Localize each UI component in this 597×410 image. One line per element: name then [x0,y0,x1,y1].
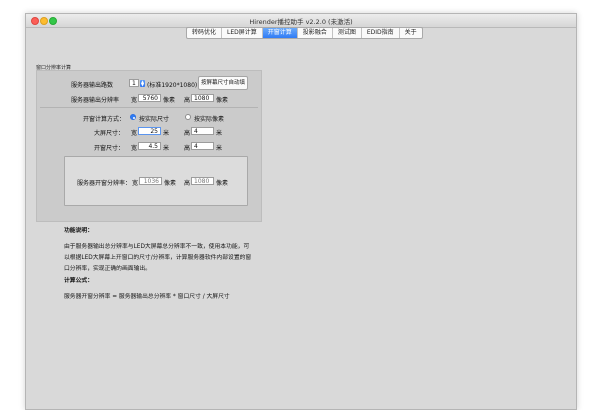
description-line-1: 由于服务器输出总分辨率与LED大屏幕总分辨率不一致，使用本功能，可 [64,244,250,250]
description-line-2: 以根据LED大屏幕上开窗口的尺寸/分辨率，计算服务器软件内部设置的窗 [64,255,252,261]
window-width-unit: 米 [163,145,170,152]
output-height-label: 高 [184,97,191,104]
output-standard-label: (标准1920*1080) [147,82,198,89]
result-width-label: 宽 [132,180,139,187]
output-width-unit: 像素 [163,97,176,104]
window-height-label: 高 [184,145,191,152]
tab-window-calc[interactable]: 开窗计算 [262,28,298,38]
result-height-label: 高 [184,180,191,187]
screen-size-label: 大屏尺寸： [94,130,125,137]
window-size-label: 开窗尺寸： [94,145,125,152]
method-actual-size-radio[interactable] [130,114,136,120]
result-height-output: 1080 [191,177,214,185]
output-count-input[interactable]: 1 [129,79,139,87]
window-width-label: 宽 [131,145,138,152]
method-actual-pixel-radio[interactable] [185,114,191,120]
screen-width-unit: 米 [163,130,170,137]
output-width-input[interactable]: 5760 [138,94,161,102]
output-width-label: 宽 [131,97,138,104]
result-label: 服务器开窗分辨率： [77,180,132,187]
window-height-input[interactable]: 4 [191,142,214,150]
auto-fill-button[interactable]: 按屏幕尺寸自动填 [198,76,248,90]
formula-text: 服务器开窗分辨率 = 服务器输出总分辨率 * 窗口尺寸 / 大屏尺寸 [64,294,230,300]
method-actual-size-label[interactable]: 按实际尺寸 [139,114,169,123]
screen-height-label: 高 [184,130,191,137]
panel-divider [40,107,258,108]
tab-transcode[interactable]: 转码优化 [187,28,223,38]
output-height-unit: 像素 [216,97,229,104]
output-count-stepper[interactable]: ▲ ▼ [140,79,145,87]
result-box: 服务器开窗分辨率： 宽 1036 像素 高 1080 像素 [64,156,248,206]
screen-width-input[interactable]: 25 [138,127,161,135]
stepper-down-icon: ▼ [140,82,145,87]
output-resolution-label: 服务器输出分辨率 [71,97,120,104]
tab-test-pattern[interactable]: 测试图 [333,28,362,38]
description-line-3: 口分辨率，实现正确的画面输出。 [64,266,151,272]
tab-projection-blend[interactable]: 投影融合 [298,28,333,38]
title-bar: Hirender播控助手 v2.2.0 (未激活) [26,14,576,28]
result-height-unit: 像素 [216,180,229,187]
tab-led-calc[interactable]: LED屏计算 [222,28,263,38]
screen-width-label: 宽 [131,130,138,137]
screen-height-input[interactable]: 4 [191,127,214,135]
method-label: 开窗计算方式： [83,116,126,123]
method-actual-pixel-label[interactable]: 按实际像素 [194,114,224,123]
output-height-input[interactable]: 1080 [191,94,214,102]
window-width-input[interactable]: 4.5 [138,142,161,150]
output-count-label: 服务器输出路数 [71,82,114,89]
window-title: Hirender播控助手 v2.2.0 (未激活) [249,18,353,26]
tab-bar: 转码优化 LED屏计算 开窗计算 投影融合 测试图 EDID指南 关于 [186,27,423,39]
window-height-unit: 米 [216,145,223,152]
formula-heading: 计算公式： [64,278,93,284]
tab-about[interactable]: 关于 [400,28,422,38]
result-width-output: 1036 [139,177,162,185]
screen-height-unit: 米 [216,130,223,137]
tab-edid-guide[interactable]: EDID指南 [362,28,400,38]
result-width-unit: 像素 [164,180,177,187]
description-heading: 功能说明： [64,228,93,234]
